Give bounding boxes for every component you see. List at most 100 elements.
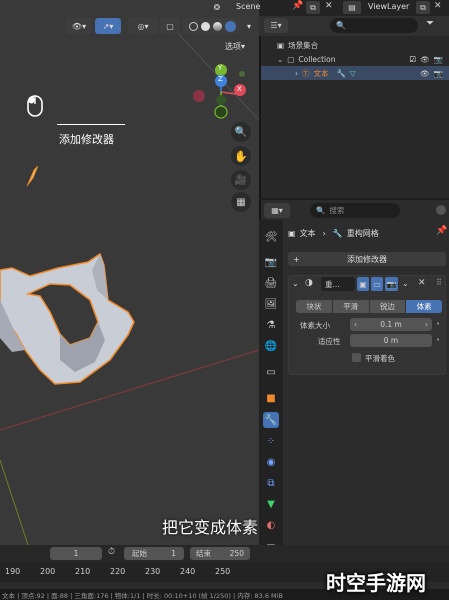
particles-tab-icon[interactable]: ⁘ [263,433,279,449]
modifier-menu-chevron-icon[interactable]: ⌄ [402,279,409,288]
camera-view-icon[interactable]: 🎥 [231,170,251,190]
keyframe-dot-icon[interactable]: • [436,336,440,344]
scene-name[interactable]: Scene [236,2,260,11]
pin-icon[interactable]: 📌 [436,226,447,236]
wireframe-shading-icon[interactable] [188,21,198,31]
material-shading-icon[interactable] [212,21,222,31]
data-triangle-icon[interactable]: ▽ [350,69,356,78]
status-stats: 文本 | 顶点:92 | 面:88 | 三角面:176 | 物体:1/1 | 时… [2,592,283,600]
eye-icon[interactable]: 👁 [420,69,430,78]
rendered-shading-icon[interactable] [224,20,236,32]
mode-label: 体素 [416,302,432,311]
decrement-arrow-icon[interactable]: ‹ [354,320,357,329]
modifier-name-field[interactable]: 重... [321,277,355,291]
eye-icon[interactable]: 👁 [420,55,430,64]
close-icon[interactable]: ✕ [418,278,426,288]
output-tab-icon[interactable]: 🖨 [263,275,279,291]
smooth-shading-checkbox[interactable] [352,353,361,362]
render-toggle-icon[interactable]: 📷 [385,277,398,291]
gizmo-toggle-icon[interactable]: ↗▾ [95,18,121,34]
start-frame-field[interactable]: 起始 1 [124,547,184,560]
watermark-text: 时空手游网 [326,570,426,595]
pin-icon[interactable]: 📌 [292,1,303,11]
solid-shading-icon[interactable] [200,21,210,31]
drag-handle-icon[interactable]: ⠿ [436,278,442,287]
modifier-tab-icon[interactable]: 🔧 [263,412,279,428]
object-visibility-dropdown[interactable]: 👁▾ [66,18,92,34]
constraints-tab-icon[interactable]: ⧉ [263,475,279,491]
shading-options-chevron-icon[interactable]: ▾ [242,18,256,34]
mode-voxel-button[interactable]: 体素 [406,300,442,313]
options-dropdown[interactable]: 选项 ▾ [218,38,252,54]
collection-icon: ▢ [287,54,295,64]
collection-tab-icon[interactable]: ▭ [263,364,279,380]
tool-tab-icon[interactable]: 🛠 [263,229,279,245]
breadcrumb: ▣ 文本 › 🔧 重构网格 [288,226,379,240]
navigation-gizmo[interactable] [188,62,258,122]
viewlayer-icon[interactable]: ▤ [343,1,361,14]
delete-scene-icon[interactable]: ✕ [325,1,333,11]
camera-render-icon[interactable]: 📷 [434,69,443,78]
material-tab-icon[interactable]: ◐ [263,517,279,533]
modifier-wrench-icon[interactable]: 🔧 [337,69,346,78]
view-layer-tab-icon[interactable]: 🖼 [263,296,279,312]
breadcrumb-object: 文本 [299,228,316,238]
render-tab-icon[interactable]: 📷 [263,254,279,270]
new-scene-icon[interactable]: ⧉ [306,1,320,14]
3d-viewport[interactable]: 👁▾ ↗▾ ◎▾ ▢ ▾ 选项 ▾ Z X Y 🔍 ✋ 🎥 ▦ 添加修改器 把它变… [0,0,259,545]
video-subtitle: 把它变成体素 [162,518,259,537]
add-modifier-button[interactable]: + 添加修改器 [288,252,446,266]
mode-label: 锐边 [379,302,395,311]
checkbox-icon[interactable]: ☑ [409,55,416,64]
chevron-right-icon: › [322,228,326,238]
viewport-display-toggle-icon[interactable]: ▭ [371,277,383,291]
object-tab-icon[interactable]: ■ [263,390,279,406]
outliner-row-text-object[interactable]: › Ⓣ 文本 🔧 ▽ 👁 📷 [261,66,449,80]
mode-smooth-button[interactable]: 平滑 [333,300,370,313]
shading-mode-group[interactable] [183,18,241,34]
stopwatch-icon[interactable]: ⏱ [108,547,115,557]
increment-arrow-icon[interactable]: › [425,320,428,329]
outliner-item-label: Collection [298,54,336,64]
outliner-display-mode-dropdown[interactable]: ☰▾ [264,18,288,33]
mode-blocks-button[interactable]: 块状 [296,300,333,313]
chevron-right-icon[interactable]: › [295,69,298,78]
world-tab-icon[interactable]: 🌐 [263,338,279,354]
chevron-down-icon[interactable]: ⌄ [292,279,299,288]
scene-tab-icon[interactable]: ⚗ [263,317,279,333]
panel-options-icon[interactable] [436,205,446,215]
properties-editor-dropdown[interactable]: ▦▾ [264,203,290,218]
xray-toggle-icon[interactable]: ▢ [160,18,180,34]
perspective-toggle-icon[interactable]: ▦ [231,192,251,212]
pan-view-icon[interactable]: ✋ [231,146,251,166]
overlays-toggle[interactable]: ◎▾ [128,18,158,34]
axis-x-label: X [237,85,242,93]
delete-viewlayer-icon[interactable]: ✕ [434,1,442,11]
remesh-mode-selector[interactable]: 块状 平滑 锐边 体素 [296,300,442,313]
current-frame-value: 1 [73,549,79,558]
current-frame-field[interactable]: 1 [50,547,102,560]
end-frame-field[interactable]: 结束 250 [190,547,250,560]
axis-z-label: Z [218,75,223,83]
outliner-search-input[interactable]: 🔍 [330,18,418,33]
physics-tab-icon[interactable]: ◉ [263,454,279,470]
mode-sharp-button[interactable]: 锐边 [370,300,407,313]
adaptivity-field[interactable]: 0 m [350,334,432,347]
voxel-size-field[interactable]: ‹ 0.1 m › [350,318,432,331]
zoom-view-icon[interactable]: 🔍 [231,122,251,142]
object-data-tab-icon[interactable]: ▼ [263,496,279,512]
outliner-item-label: 文本 [313,68,329,78]
chevron-down-icon[interactable]: ⌄ [277,55,283,64]
options-label: 选项 [224,41,241,51]
filter-icon[interactable]: ⏷ [426,18,434,29]
new-viewlayer-icon[interactable]: ⧉ [416,1,430,14]
outliner-row-collection[interactable]: ⌄ ▢ Collection ☑ 👁 📷 [261,52,449,66]
scene-icon[interactable]: ❂ [210,0,224,14]
keyframe-dot-icon[interactable]: • [436,320,440,328]
properties-search-input[interactable]: 🔍 搜索 [310,203,400,218]
edit-mode-toggle-icon[interactable]: ▣ [357,277,369,291]
outliner-row-scene-collection[interactable]: ▣ 场景集合 [261,38,449,52]
ruler-tick-label: 250 [215,567,231,576]
viewlayer-name[interactable]: ViewLayer [368,2,409,11]
camera-render-icon[interactable]: 📷 [434,55,443,64]
